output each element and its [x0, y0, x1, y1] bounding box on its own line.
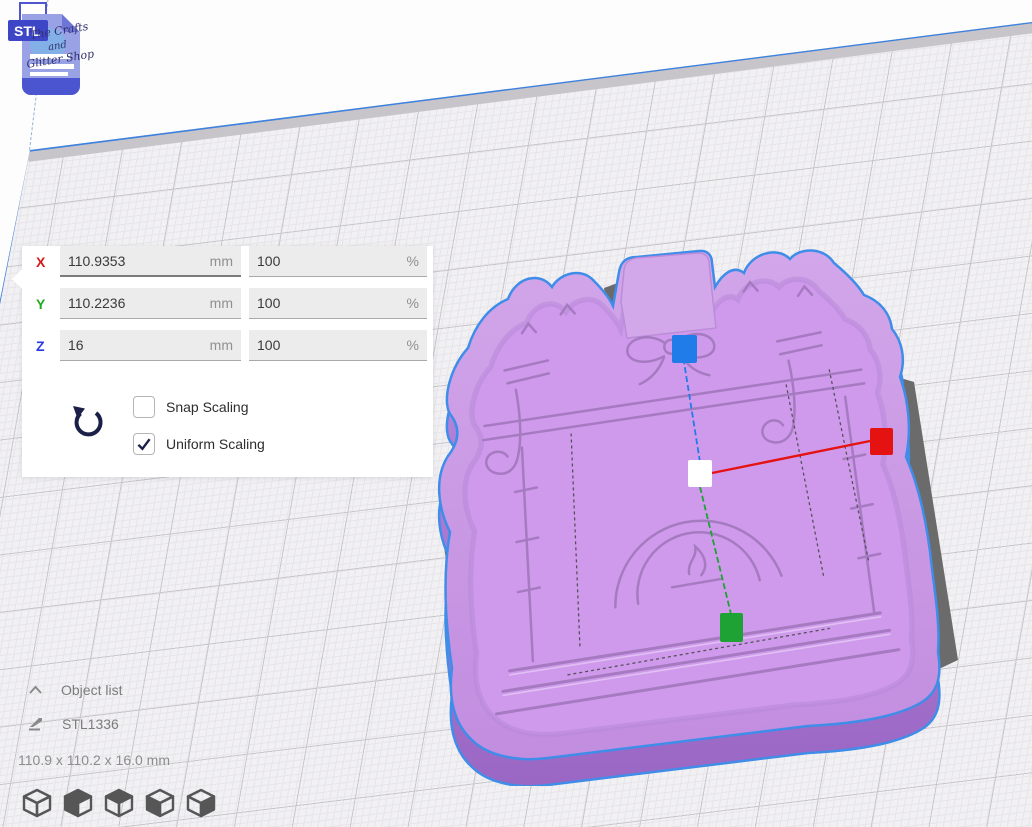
scale-y-percent-value: 100 [257, 295, 280, 311]
scale-z-percent-value: 100 [257, 337, 280, 353]
axis-z-label: Z [36, 338, 60, 354]
view-front-icon [62, 787, 94, 819]
view-top-button[interactable] [102, 786, 136, 820]
scale-x-percent-input[interactable]: 100 % [249, 246, 427, 277]
snap-scaling-label: Snap Scaling [166, 399, 249, 415]
object-dimensions: 110.9 x 110.2 x 16.0 mm [18, 752, 170, 768]
axis-x-label: X [36, 254, 60, 270]
object-dimensions-row: 110.9 x 110.2 x 16.0 mm [18, 752, 170, 768]
scale-row-x: X 110.9353 mm 100 % [36, 246, 433, 277]
snap-scaling-checkbox[interactable] [133, 396, 155, 418]
view-front-button[interactable] [61, 786, 95, 820]
uniform-scaling-label: Uniform Scaling [166, 436, 265, 452]
view-right-icon [185, 787, 217, 819]
scale-x-percent-unit: % [407, 253, 419, 269]
object-list-header[interactable]: Object list [28, 682, 122, 698]
view-orientation-toolbar [20, 786, 218, 820]
scale-y-mm-value: 110.2236 [68, 295, 125, 311]
uniform-scaling-checkbox[interactable] [133, 433, 155, 455]
axis-y-label: Y [36, 296, 60, 312]
scale-tool-panel: X 110.9353 mm 100 % Y 110.2236 mm 100 % … [22, 246, 433, 477]
view-3d-button[interactable] [20, 786, 54, 820]
scale-x-percent-value: 100 [257, 253, 280, 269]
view-left-button[interactable] [143, 786, 177, 820]
scale-x-mm-input[interactable]: 110.9353 mm [60, 246, 241, 277]
view-top-icon [103, 787, 135, 819]
scale-y-mm-input[interactable]: 110.2236 mm [60, 288, 241, 319]
scale-y-percent-unit: % [407, 295, 419, 311]
object-list-item[interactable]: STL1336 [28, 716, 119, 732]
scale-handle-x[interactable] [870, 428, 893, 455]
model-chimney-block [621, 253, 716, 338]
scale-handle-z[interactable] [672, 335, 697, 363]
view-3d-icon [21, 787, 53, 819]
reset-rotate-ccw-icon [69, 404, 107, 444]
shop-logo: STL The Crafts and Glitter Shop [6, 2, 98, 102]
view-left-icon [144, 787, 176, 819]
uniform-scaling-row: Uniform Scaling [133, 433, 265, 455]
scale-z-mm-input[interactable]: 16 mm [60, 330, 241, 361]
scale-y-mm-unit: mm [210, 295, 233, 311]
scale-z-percent-input[interactable]: 100 % [249, 330, 427, 361]
scale-handle-y[interactable] [720, 613, 743, 642]
scale-z-mm-value: 16 [68, 337, 84, 353]
object-list-title: Object list [61, 682, 122, 698]
scale-row-y: Y 110.2236 mm 100 % [36, 288, 433, 319]
model-fireplace-mold[interactable] [428, 230, 1028, 786]
scale-z-mm-unit: mm [210, 337, 233, 353]
view-right-button[interactable] [184, 786, 218, 820]
scale-row-z: Z 16 mm 100 % [36, 330, 433, 361]
pencil-icon [28, 716, 44, 732]
scale-z-percent-unit: % [407, 337, 419, 353]
scale-x-mm-value: 110.9353 [68, 253, 125, 269]
scale-x-mm-unit: mm [210, 253, 233, 269]
chevron-up-icon [28, 685, 43, 695]
reset-scale-button[interactable] [68, 404, 108, 446]
object-name: STL1336 [62, 716, 119, 732]
snap-scaling-row: Snap Scaling [133, 396, 249, 418]
checkmark-icon [136, 436, 152, 452]
scale-y-percent-input[interactable]: 100 % [249, 288, 427, 319]
scale-handle-center[interactable] [688, 460, 712, 487]
